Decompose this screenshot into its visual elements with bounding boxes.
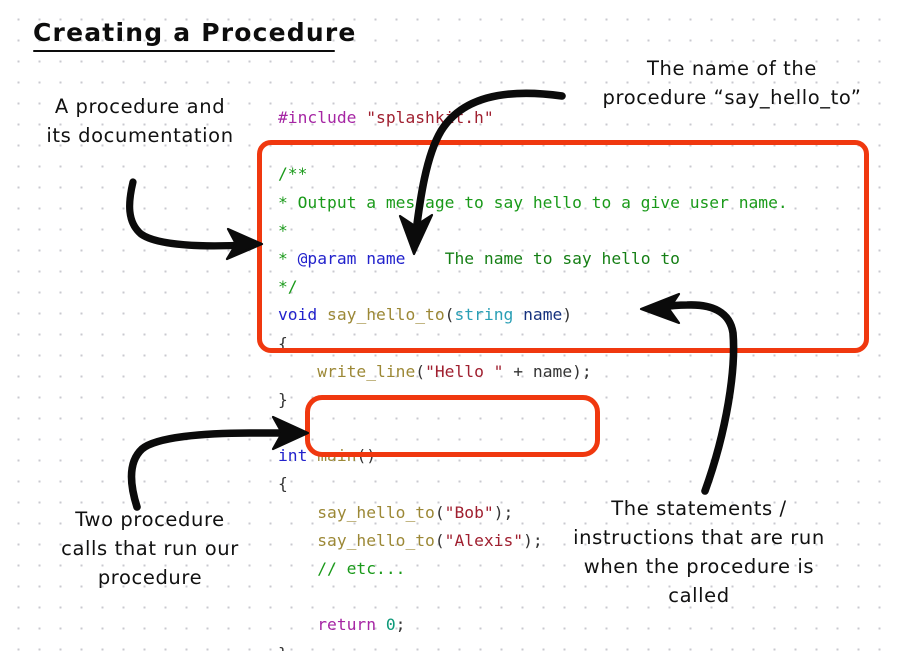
code-token: 0 [385,615,396,635]
code-token: ; [395,615,406,635]
doc-annotation: A procedure and its documentation [46,95,234,147]
code-token: ); [493,502,514,522]
code-line: } [278,640,788,651]
page-title: Creating a Procedure [33,18,357,47]
code-token: } [278,389,288,409]
code-token: "Hello " [425,361,504,381]
code-token: int [278,446,308,466]
code-token: "Bob" [444,502,494,522]
code-token: say_hello_to [317,502,435,522]
procedure-calls-box [305,395,600,457]
code-token: { [278,474,288,494]
code-line: write_line("Hello " + name); [278,358,788,386]
name-annotation: The name of the procedure “say_hello_to” [602,57,862,109]
page-title-underline [33,50,335,53]
code-token: say_hello_to [317,530,435,550]
code-token: return [317,615,377,635]
arrow-to-documentation [126,178,264,261]
code-token: ( [434,502,445,522]
procedure-definition-box [257,140,869,353]
code-token: name [532,361,573,381]
code-token: } [278,644,288,651]
statements-annotation: The statements / instructions that are r… [573,497,825,607]
calls-annotation: Two procedure calls that run our procedu… [61,508,239,589]
code-token: write_line [317,361,416,381]
code-token: #include [278,108,367,127]
code-token: + [503,361,533,381]
code-line: return 0; [278,611,788,639]
code-token: "splashkit.h" [366,108,494,127]
code-token: ( [415,361,426,381]
code-token: // etc... [317,559,406,578]
code-token: ( [434,530,445,550]
slide-canvas: Creating a Procedure #include "splashkit… [0,0,898,651]
code-token: ); [572,361,592,381]
